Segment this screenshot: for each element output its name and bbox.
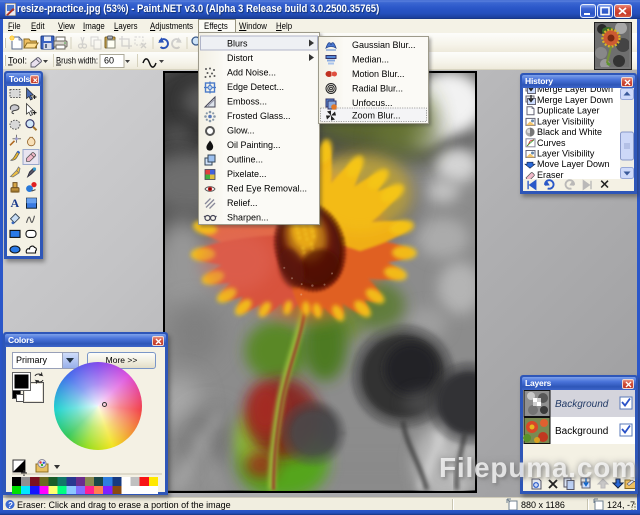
svg-text:Blurs: Blurs (227, 39, 248, 49)
svg-text:Background: Background (555, 426, 608, 437)
svg-text:Frosted Glass...: Frosted Glass... (227, 111, 291, 121)
svg-text:Merge Layer Down: Merge Layer Down (537, 95, 613, 105)
svg-text:Layer Visibility: Layer Visibility (537, 149, 595, 159)
svg-text:Curves: Curves (537, 138, 566, 148)
svg-text:Tool:: Tool: (8, 56, 27, 66)
svg-text:Radial Blur...: Radial Blur... (352, 84, 403, 94)
svg-text:60: 60 (104, 56, 114, 66)
svg-text:880 x 1186: 880 x 1186 (521, 500, 565, 510)
svg-text:Outline...: Outline... (227, 155, 263, 165)
svg-text:Add Noise...: Add Noise... (227, 68, 276, 78)
svg-text:Brush width:: Brush width: (56, 55, 98, 66)
svg-text:Glow...: Glow... (227, 126, 255, 136)
svg-text:Distort: Distort (227, 53, 254, 63)
svg-text:Layer Visibility: Layer Visibility (537, 116, 595, 126)
svg-text:Pixelate...: Pixelate... (227, 169, 267, 179)
svg-text:Move Layer Down: Move Layer Down (537, 159, 610, 169)
svg-text:Emboss...: Emboss... (227, 97, 267, 107)
svg-text:Unfocus...: Unfocus... (352, 98, 393, 108)
svg-text:Zoom Blur...: Zoom Blur... (352, 111, 401, 121)
svg-text:Motion Blur...: Motion Blur... (352, 69, 405, 79)
svg-text:Sharpen...: Sharpen... (227, 213, 269, 223)
svg-text:124, -7: 124, -7 (607, 500, 635, 510)
svg-text:Relief...: Relief... (227, 198, 258, 208)
svg-text:Background: Background (555, 399, 609, 410)
svg-text:Oil Painting...: Oil Painting... (227, 140, 281, 150)
svg-text:Eraser: Click and drag to eras: Eraser: Click and drag to erase a portio… (17, 500, 231, 510)
svg-text:Edge Detect...: Edge Detect... (227, 82, 284, 92)
svg-text:Gaussian Blur...: Gaussian Blur... (352, 40, 416, 50)
svg-text:Eraser: Eraser (537, 170, 564, 180)
svg-text:Red Eye Removal...: Red Eye Removal... (227, 184, 307, 194)
svg-text:Median...: Median... (352, 55, 389, 65)
svg-text:Black and White: Black and White (537, 127, 602, 137)
svg-text:?: ? (8, 501, 13, 510)
svg-text:Duplicate Layer: Duplicate Layer (537, 106, 600, 116)
svg-text:Merge Layer Down: Merge Layer Down (537, 88, 613, 94)
svg-text:A: A (11, 196, 20, 210)
